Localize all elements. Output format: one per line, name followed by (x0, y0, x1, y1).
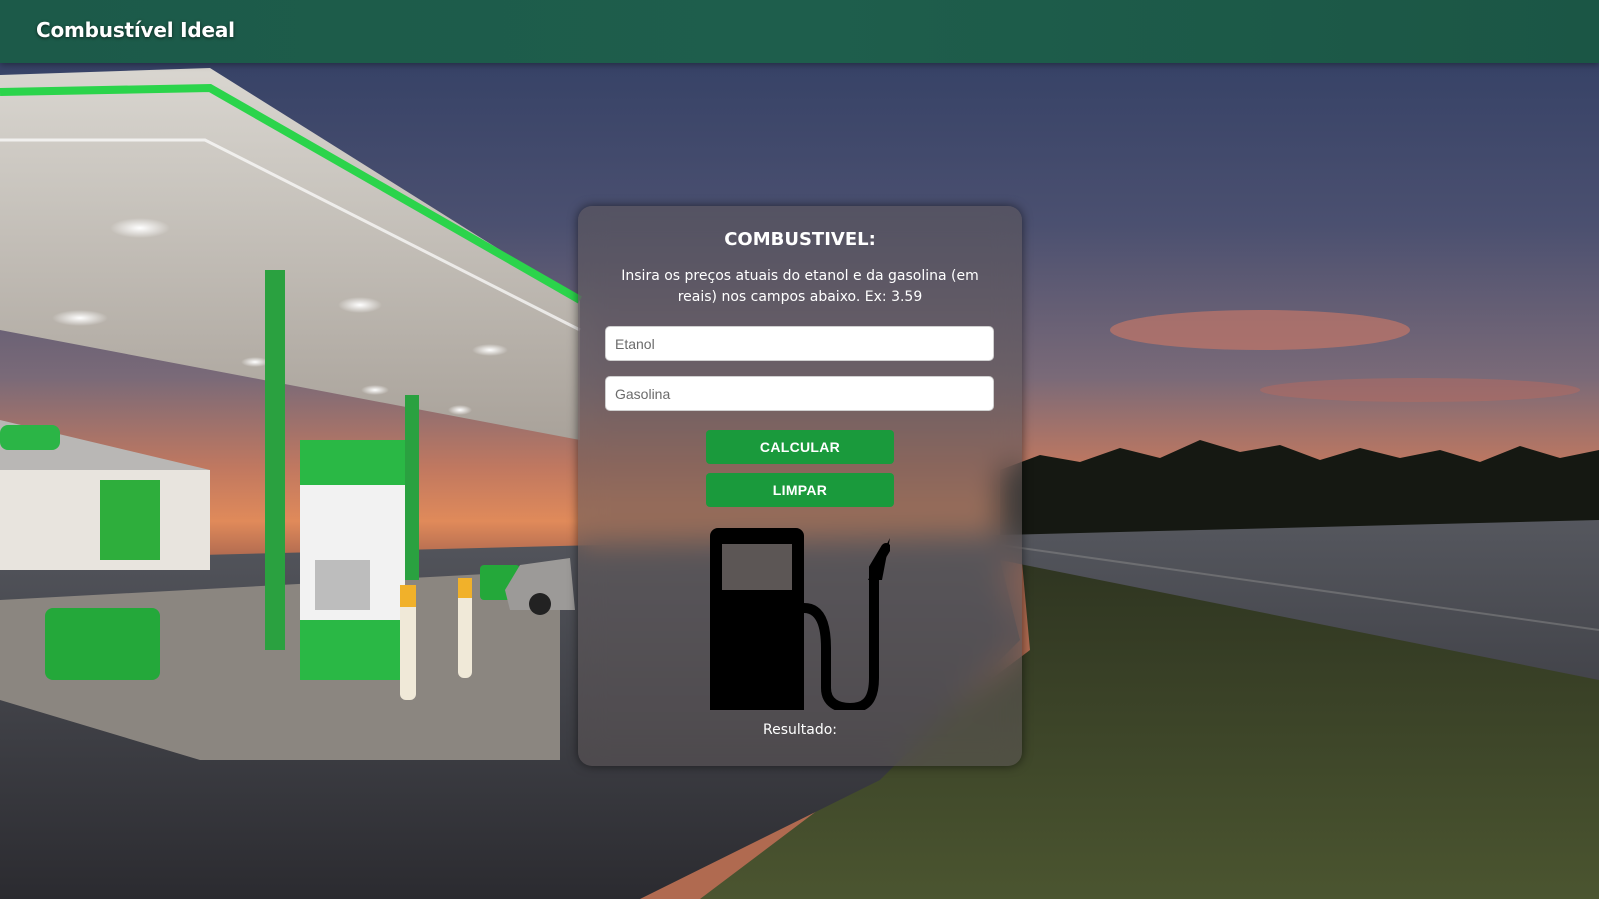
limpar-button[interactable]: LIMPAR (706, 473, 894, 507)
calcular-button[interactable]: CALCULAR (706, 430, 894, 464)
calculator-card: COMBUSTIVEL: Insira os preços atuais do … (578, 206, 1022, 766)
top-navbar: Combustível Ideal (0, 0, 1599, 63)
etanol-input[interactable] (605, 326, 994, 361)
gasolina-input[interactable] (605, 376, 994, 411)
page: Combustível Ideal COMBUSTIVEL: Insira os… (0, 0, 1599, 899)
instructions-text: Insira os preços atuais do etanol e da g… (621, 268, 979, 305)
result-label: Resultado: (762, 722, 837, 738)
fuel-pump-icon (710, 528, 890, 710)
card-title: COMBUSTIVEL: (724, 229, 876, 250)
brand-title[interactable]: Combustível Ideal (36, 18, 235, 42)
